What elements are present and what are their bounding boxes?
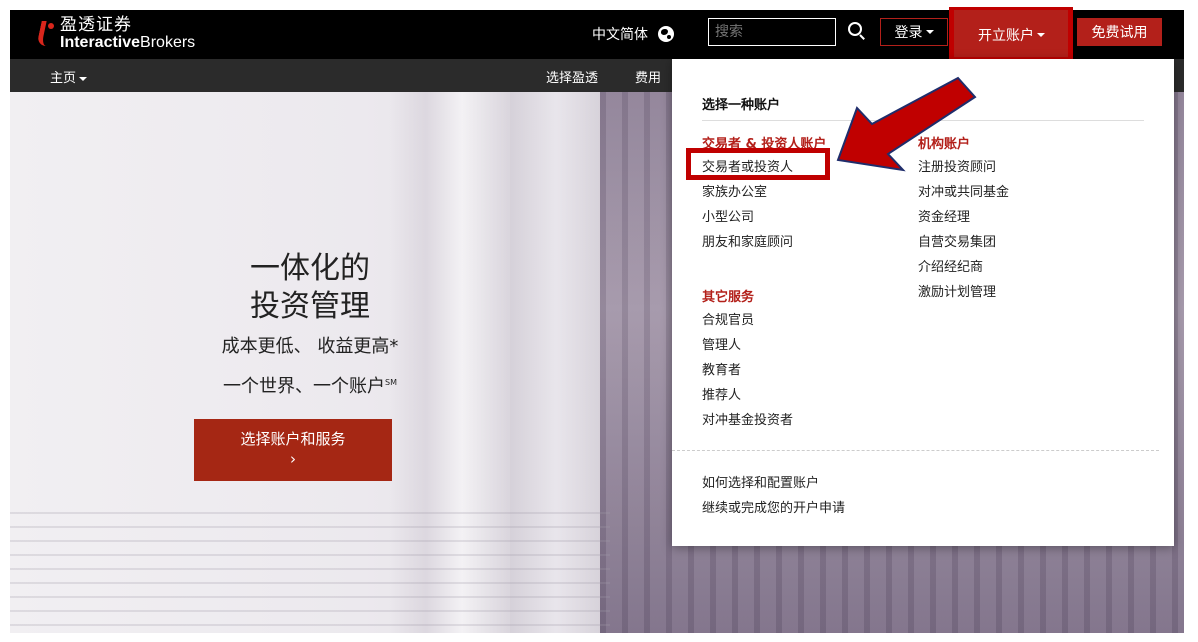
search-input[interactable] xyxy=(708,18,836,46)
open-account-highlight-box xyxy=(949,7,1073,62)
language-label: 中文简体 xyxy=(592,27,648,43)
menu-item-prop-trading-group[interactable]: 自营交易集团 xyxy=(918,230,1009,255)
menu-item-friends-family-advisor[interactable]: 朋友和家庭顾问 xyxy=(702,230,793,255)
nav-choose-ib[interactable]: 选择盈透 xyxy=(546,67,598,86)
language-selector[interactable]: 中文简体 xyxy=(592,24,674,44)
menu-item-ria[interactable]: 注册投资顾问 xyxy=(918,155,1009,180)
dropdown-heading: 选择一种账户 xyxy=(702,98,781,113)
hero-subtitle-line2: 一个世界、一个账户SM xyxy=(223,376,397,397)
menu-item-small-business[interactable]: 小型公司 xyxy=(702,205,793,230)
link-continue-application[interactable]: 继续或完成您的开户申请 xyxy=(702,496,845,521)
hero-title-line1: 一体化的 xyxy=(250,251,370,286)
menu-item-compliance-officer[interactable]: 合规官员 xyxy=(702,308,793,333)
other-services-list: 合规官员 管理人 教育者 推荐人 对冲基金投资者 xyxy=(702,308,793,433)
menu-item-introducing-broker[interactable]: 介绍经纪商 xyxy=(918,255,1009,280)
logo-chinese-name: 盈透证券 xyxy=(60,15,132,35)
menu-item-hedge-fund-investor[interactable]: 对冲基金投资者 xyxy=(702,408,793,433)
menu-item-hedge-mutual-fund[interactable]: 对冲或共同基金 xyxy=(918,180,1009,205)
ib-logo[interactable]: 盈透证券 InteractiveBrokers xyxy=(36,15,196,51)
free-trial-button[interactable]: 免费试用 xyxy=(1077,18,1162,46)
menu-item-incentive-plan[interactable]: 激励计划管理 xyxy=(918,280,1009,305)
link-how-to-choose-account[interactable]: 如何选择和配置账户 xyxy=(702,471,845,496)
menu-item-educator[interactable]: 教育者 xyxy=(702,358,793,383)
dropdown-footer-links: 如何选择和配置账户 继续或完成您的开户申请 xyxy=(702,471,845,521)
top-bar: 盈透证券 InteractiveBrokers 中文简体 登录 开立账户 免费试… xyxy=(10,7,1184,62)
open-account-dropdown: 选择一种账户 交易者 & 投资人账户 交易者或投资人 家族办公室 小型公司 朋友… xyxy=(672,59,1174,546)
choose-account-button[interactable]: 选择账户和服务 › xyxy=(194,419,392,481)
menu-item-family-office[interactable]: 家族办公室 xyxy=(702,180,793,205)
search-icon[interactable] xyxy=(848,22,862,36)
institution-list: 注册投资顾问 对冲或共同基金 资金经理 自营交易集团 介绍经纪商 激励计划管理 xyxy=(918,155,1009,305)
institution-heading: 机构账户 xyxy=(918,137,971,152)
chevron-down-icon xyxy=(79,76,88,81)
globe-icon xyxy=(658,26,674,42)
other-services-heading: 其它服务 xyxy=(702,290,755,305)
nav-fees[interactable]: 费用 xyxy=(635,67,661,86)
menu-item-money-manager[interactable]: 资金经理 xyxy=(918,205,1009,230)
login-button[interactable]: 登录 xyxy=(880,18,948,46)
nav-home[interactable]: 主页 xyxy=(50,67,88,86)
hero-text: 一体化的 投资管理 成本更低、 收益更高* 一个世界、一个账户SM xyxy=(190,250,430,402)
service-mark: SM xyxy=(385,378,397,387)
menu-item-administrator[interactable]: 管理人 xyxy=(702,333,793,358)
divider xyxy=(702,120,1144,121)
hero-title-line2: 投资管理 xyxy=(250,289,370,324)
hero-stairs-image xyxy=(10,512,610,633)
menu-item-referrer[interactable]: 推荐人 xyxy=(702,383,793,408)
divider xyxy=(672,450,1159,451)
ib-logo-mark-icon xyxy=(36,21,55,47)
chevron-right-icon: › xyxy=(290,450,296,468)
trader-investor-highlight-box xyxy=(686,148,830,180)
chevron-down-icon xyxy=(925,30,934,34)
logo-english-name: InteractiveBrokers xyxy=(60,34,196,51)
hero-subtitle-line1: 成本更低、 收益更高* xyxy=(221,336,399,357)
